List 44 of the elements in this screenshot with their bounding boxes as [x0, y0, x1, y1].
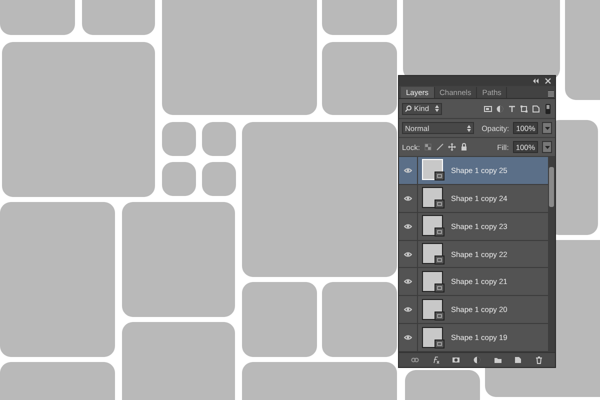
- layer-thumbnail: [422, 187, 446, 210]
- image-filter-icon[interactable]: [484, 104, 492, 112]
- adjustment-icon[interactable]: [472, 356, 481, 364]
- eye-icon[interactable]: [404, 224, 412, 229]
- lock-icon[interactable]: [460, 143, 468, 151]
- rounded-square: [162, 122, 196, 156]
- rounded-square: [162, 162, 196, 196]
- menu-icon[interactable]: [547, 90, 555, 98]
- eye-icon[interactable]: [404, 335, 412, 340]
- move-icon[interactable]: [448, 143, 456, 151]
- eye-icon[interactable]: [404, 252, 412, 256]
- close-icon[interactable]: [544, 77, 552, 85]
- layer-thumbnail: [422, 298, 446, 321]
- rounded-square: [202, 162, 236, 196]
- type-filter-icon[interactable]: [508, 104, 516, 112]
- scrollbar[interactable]: [548, 157, 555, 352]
- eye-icon[interactable]: [404, 196, 412, 201]
- eye-icon[interactable]: [404, 307, 412, 312]
- caret-icon: [544, 126, 550, 130]
- layer-thumbnail: [422, 326, 446, 349]
- shape-filter-icon[interactable]: [520, 104, 528, 112]
- eye-icon[interactable]: [404, 168, 412, 173]
- mask-icon[interactable]: [452, 356, 460, 364]
- layer-thumbnail: [422, 243, 446, 265]
- checkerboard-icon[interactable]: [424, 143, 432, 151]
- folder-icon[interactable]: [494, 356, 502, 364]
- link-icon[interactable]: [411, 356, 420, 364]
- filter-toggle-icon[interactable]: [544, 104, 552, 114]
- layer-thumbnail: [422, 215, 446, 238]
- caret-icon: [544, 146, 550, 148]
- adjustment-filter-icon[interactable]: [496, 104, 504, 112]
- opacity-dropdown-button[interactable]: [542, 122, 552, 134]
- effects-icon[interactable]: [432, 356, 440, 364]
- stepper-arrows-icon: [466, 124, 471, 132]
- smart-object-filter-icon[interactable]: [532, 104, 540, 112]
- trash-icon[interactable]: [534, 356, 543, 364]
- layer-thumbnail: [422, 159, 446, 182]
- eye-icon[interactable]: [404, 279, 412, 284]
- layer-thumbnail: [422, 270, 446, 293]
- rounded-square: [202, 122, 236, 156]
- fill-dropdown-button[interactable]: [542, 141, 552, 153]
- stepper-arrows-icon: [435, 105, 439, 112]
- search-icon: [405, 105, 412, 112]
- new-layer-icon[interactable]: [514, 356, 522, 364]
